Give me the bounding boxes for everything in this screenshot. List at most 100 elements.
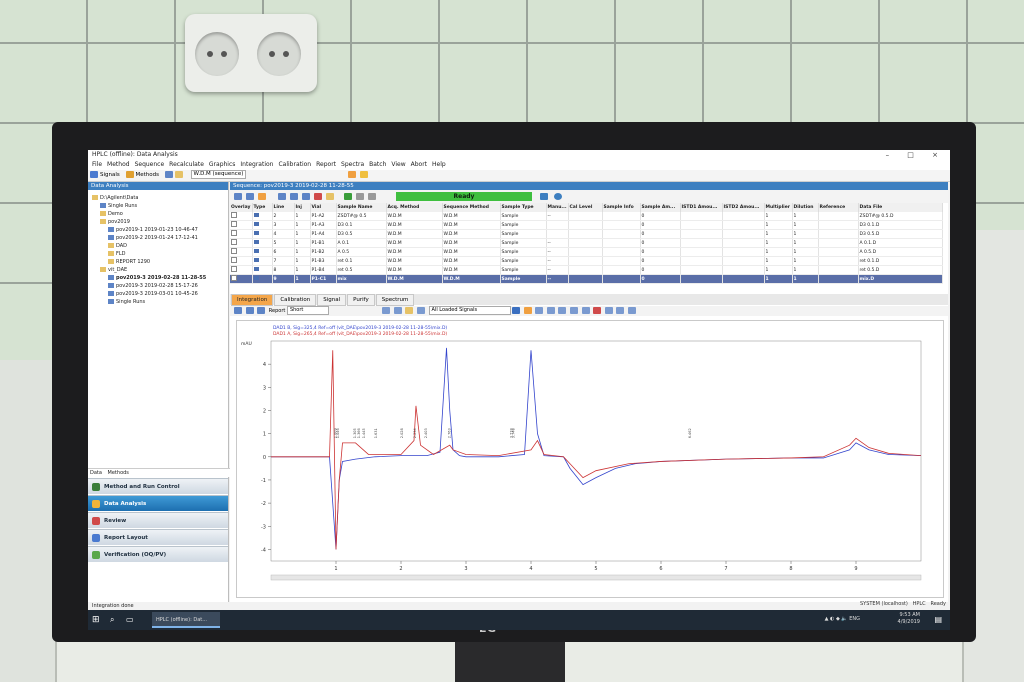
tree-item[interactable]: pov2019-3 2019-02-28 15-17-26 — [92, 282, 228, 290]
tab-data[interactable]: Data — [90, 470, 102, 476]
overlay-signal-icon[interactable] — [405, 307, 414, 314]
table-row[interactable]: 4 1 P1-A4 D3 0.5 W.D.M W.D.M Sample 0 1 1 D3 0.5.D — [230, 229, 943, 239]
spectrum-icon[interactable] — [416, 307, 425, 314]
tree-item[interactable]: D:\Agilent\Data — [92, 194, 228, 202]
help-icon[interactable] — [554, 193, 562, 200]
tab-integration[interactable]: Integration — [231, 294, 274, 306]
split-peak-icon[interactable] — [546, 307, 555, 314]
clock[interactable]: 9:53 AM 4/9/2019 — [898, 612, 920, 626]
nav-button[interactable]: Data Analysis — [88, 495, 228, 511]
manual-peak-icon[interactable] — [581, 307, 590, 314]
active-view-icon[interactable] — [258, 193, 266, 200]
column-header[interactable]: Sample Type — [500, 203, 547, 212]
menu-item[interactable]: File — [92, 161, 102, 168]
menu-item[interactable]: Sequence — [135, 161, 165, 168]
refresh-icon[interactable] — [344, 193, 352, 200]
taskbar-app-hplc[interactable]: HPLC (offline): Dat... — [152, 612, 220, 628]
nav-button[interactable]: Method and Run Control — [88, 478, 228, 494]
column-header[interactable]: Dilution — [792, 203, 819, 212]
tree-item[interactable]: REPORT 1290 — [92, 258, 228, 266]
column-header[interactable]: Inj — [294, 203, 311, 212]
menu-item[interactable]: Calibration — [278, 161, 311, 168]
tree-item[interactable]: vit_DAE — [92, 266, 228, 274]
tab-methods[interactable]: Methods — [108, 470, 129, 476]
column-header[interactable]: Vial — [310, 203, 337, 212]
save-icon[interactable] — [174, 171, 183, 178]
graph-icon[interactable] — [246, 193, 254, 200]
back-icon[interactable] — [356, 193, 364, 200]
signal-select[interactable]: All Loaded Signals — [428, 306, 511, 315]
overlay-checkbox[interactable] — [231, 239, 237, 245]
column-header[interactable]: Sequence Method — [442, 203, 501, 212]
task-view-icon[interactable]: ▭ — [126, 615, 134, 624]
tree-item[interactable]: Single Runs — [92, 298, 228, 306]
shift-icon[interactable] — [616, 307, 625, 314]
menu-item[interactable]: Spectra — [341, 161, 364, 168]
report-style-select[interactable]: Short — [286, 306, 329, 315]
tangent-skim-icon[interactable] — [558, 307, 567, 314]
menu-item[interactable]: Graphics — [209, 161, 236, 168]
delete-peak-icon[interactable] — [593, 307, 602, 314]
delete-icon[interactable] — [314, 193, 322, 200]
menu-item[interactable]: Abort — [411, 161, 427, 168]
language-indicator[interactable]: ENG — [849, 616, 860, 622]
menu-item[interactable]: Integration — [240, 161, 273, 168]
table-row[interactable]: 7 1 P1-B3 ret 0.1 W.D.M W.D.M Sample -- 0 1 1 ret 0… — [230, 256, 943, 266]
overlay-checkbox[interactable] — [231, 230, 237, 236]
nav-button[interactable]: Verification (OQ/PV) — [88, 546, 228, 562]
column-header[interactable]: Cal Level — [568, 203, 603, 212]
menu-item[interactable]: Recalculate — [169, 161, 204, 168]
select-peak-icon[interactable] — [523, 307, 532, 314]
windows-start-icon[interactable]: ⊞ — [92, 615, 100, 625]
tree-item[interactable]: pov2019-1 2019-01-23 10-46-47 — [92, 226, 228, 234]
horizontal-scrollbar[interactable] — [270, 574, 922, 581]
nav-button[interactable]: Report Layout — [88, 529, 228, 545]
tree-item[interactable]: pov2019-3 2019-02-28 11-28-55 — [92, 274, 228, 282]
tab-spectrum[interactable]: Spectrum — [375, 294, 415, 306]
drop-line-icon[interactable] — [570, 307, 579, 314]
column-header[interactable]: Data File — [858, 203, 943, 212]
tree-item[interactable]: pov2019-2 2019-01-24 17-12-41 — [92, 234, 228, 242]
overlay-checkbox[interactable] — [231, 266, 237, 272]
report-icon[interactable] — [302, 193, 310, 200]
search-icon[interactable]: ⌕ — [110, 615, 114, 625]
undo-icon[interactable] — [604, 307, 613, 314]
table-row[interactable]: 8 1 P1-B4 ret 0.5 W.D.M W.D.M Sample -- 0 1 1 ret 0… — [230, 265, 943, 275]
menu-item[interactable]: Method — [107, 161, 130, 168]
label-icon[interactable] — [628, 307, 637, 314]
methods-button[interactable]: Methods — [125, 170, 159, 181]
column-header[interactable]: Sample Info — [602, 203, 641, 212]
overlay-checkbox[interactable] — [231, 257, 237, 263]
table-row[interactable]: 3 1 P1-A3 D3 0.1 W.D.M W.D.M Sample 0 1 1 D3 0.1.D — [230, 220, 943, 230]
folder-icon[interactable] — [326, 193, 334, 200]
clock-icon[interactable] — [359, 171, 368, 178]
overlay-checkbox[interactable] — [231, 212, 237, 218]
column-header[interactable]: Sample Name — [336, 203, 387, 212]
tree-item[interactable]: FLD — [92, 250, 228, 258]
menu-item[interactable]: Batch — [369, 161, 386, 168]
open-icon[interactable] — [164, 171, 173, 178]
column-header[interactable]: Manu... — [546, 203, 569, 212]
table-row[interactable]: 6 1 P1-B2 A 0.5 W.D.M W.D.M Sample -- 0 1 1 A 0.5.D — [230, 247, 943, 257]
tree-item[interactable]: Single Runs — [92, 202, 228, 210]
menu-item[interactable]: View — [391, 161, 405, 168]
tree-item[interactable]: pov2019 — [92, 218, 228, 226]
overlay-checkbox[interactable] — [231, 248, 237, 254]
signals-button[interactable]: Signals — [90, 170, 120, 181]
print-report-icon[interactable] — [257, 307, 266, 314]
notification-icon[interactable]: ▤ — [934, 615, 942, 624]
overlay-icon[interactable] — [278, 193, 286, 200]
tree-item[interactable]: DAD — [92, 242, 228, 250]
tab-signal[interactable]: Signal — [317, 294, 347, 306]
cursor-icon[interactable] — [512, 307, 521, 314]
column-header[interactable]: Reference — [818, 203, 859, 212]
scale-icon[interactable] — [393, 307, 402, 314]
menu-item[interactable]: Report — [316, 161, 336, 168]
tab-purify[interactable]: Purify — [347, 294, 375, 306]
table-row[interactable]: 9 1 P1-C1 mix W.D.M W.D.M Sample -- 0 1 1 mix.D — [230, 274, 943, 284]
table-icon[interactable] — [234, 193, 242, 200]
chromatogram-chart[interactable]: 4 3 2 1 0 -1 -2 -3 -4 1 2 3 4 5 6 7 8 9 mAU DAD1 B, Sig=325… — [236, 320, 944, 598]
zoom-icon[interactable] — [382, 307, 391, 314]
autointegrate-icon[interactable] — [245, 307, 254, 314]
column-header[interactable]: Acq. Method — [386, 203, 443, 212]
